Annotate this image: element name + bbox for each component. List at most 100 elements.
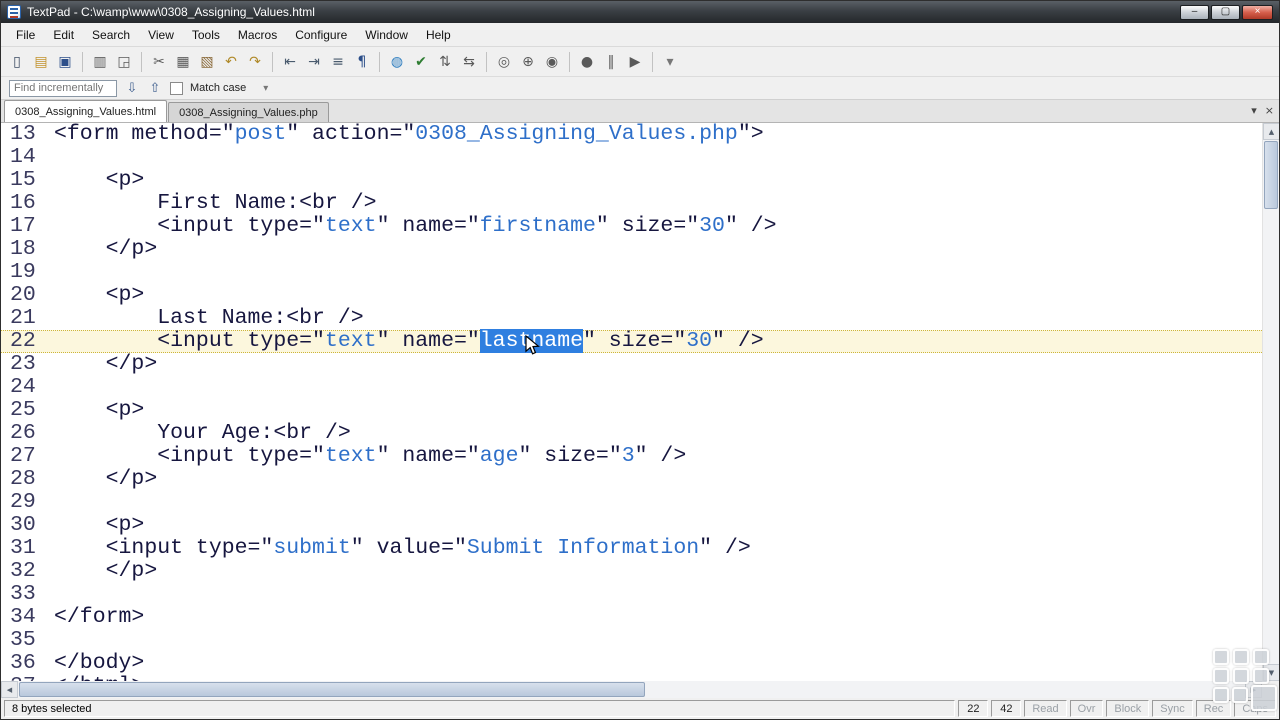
new-file-button[interactable]: ▯ xyxy=(5,50,29,74)
view-in-browser-button[interactable]: ◎ xyxy=(492,50,516,74)
indent-button[interactable]: ⇥ xyxy=(302,50,326,74)
vertical-scrollbar[interactable]: ▲ ▼ xyxy=(1262,123,1279,681)
code-line[interactable]: 21 Last Name:<br /> xyxy=(1,307,1262,330)
document-tab[interactable]: 0308_Assigning_Values.html xyxy=(4,100,168,122)
line-number: 15 xyxy=(10,168,36,192)
code-line[interactable]: 23 </p> xyxy=(1,353,1262,376)
redo-button[interactable]: ↷ xyxy=(243,50,267,74)
open-file-button[interactable]: ▤ xyxy=(29,50,53,74)
document-tab[interactable]: 0308_Assigning_Values.php xyxy=(168,102,329,122)
code-line[interactable]: 22 <input type="text" name="lastname" si… xyxy=(1,329,1262,353)
find-bar: ⇩ ⇧ Match case ▾ xyxy=(1,77,1279,100)
find-in-files-button[interactable]: ◉ xyxy=(540,50,564,74)
code-text: Last Name:<br /> xyxy=(54,306,364,330)
tab-bar: 0308_Assigning_Values.html 0308_Assigning… xyxy=(1,100,1279,123)
code-line[interactable]: 31 <input type="submit" value="Submit In… xyxy=(1,537,1262,560)
open-file-icon: ▤ xyxy=(34,53,48,70)
minimize-button[interactable]: – xyxy=(1180,4,1209,20)
tab-list-chevron-icon[interactable]: ▾ xyxy=(1251,104,1257,117)
line-number: 21 xyxy=(10,306,36,330)
code-line[interactable]: 26 Your Age:<br /> xyxy=(1,422,1262,445)
code-line[interactable]: 27 <input type="text" name="age" size="3… xyxy=(1,445,1262,468)
menu-help[interactable]: Help xyxy=(417,24,460,46)
menu-tools[interactable]: Tools xyxy=(183,24,229,46)
code-line[interactable]: 17 <input type="text" name="firstname" s… xyxy=(1,215,1262,238)
find-button[interactable]: ⊕ xyxy=(516,50,540,74)
undo-icon: ↶ xyxy=(225,53,237,70)
menu-search[interactable]: Search xyxy=(83,24,139,46)
spell-check-button[interactable]: ✔ xyxy=(409,50,433,74)
menu-window[interactable]: Window xyxy=(356,24,417,46)
copy-icon: ▦ xyxy=(176,53,190,70)
code-line[interactable]: 20 <p> xyxy=(1,284,1262,307)
horizontal-scrollbar[interactable]: ◀ ▶ xyxy=(1,681,1262,698)
print-preview-button[interactable]: ◲ xyxy=(112,50,136,74)
scroll-left-icon[interactable]: ◀ xyxy=(1,681,18,698)
code-text: <p> xyxy=(54,513,145,537)
toolbar-separator xyxy=(82,51,83,72)
code-line[interactable]: 14 xyxy=(1,146,1262,169)
find-next-down-icon[interactable]: ⇩ xyxy=(124,81,140,96)
menu-view[interactable]: View xyxy=(139,24,183,46)
vertical-scrollbar-thumb[interactable] xyxy=(1264,141,1278,209)
paragraph-marks-button[interactable]: ¶ xyxy=(350,50,374,74)
menu-configure[interactable]: Configure xyxy=(286,24,356,46)
code-line[interactable]: 24 xyxy=(1,376,1262,399)
code-line[interactable]: 25 <p> xyxy=(1,399,1262,422)
code-line[interactable]: 15 <p> xyxy=(1,169,1262,192)
status-line-number: 22 xyxy=(958,700,989,717)
reformat-button[interactable]: ≡ xyxy=(326,50,350,74)
compare-files-button[interactable]: ⇆ xyxy=(457,50,481,74)
indent-icon: ⇥ xyxy=(308,53,320,70)
line-number: 25 xyxy=(10,398,36,422)
menu-file[interactable]: File xyxy=(7,24,44,46)
line-number: 34 xyxy=(10,605,36,629)
sort-button[interactable]: ⇅ xyxy=(433,50,457,74)
code-text: <p> xyxy=(54,168,145,192)
editor-pane[interactable]: 13 <form method="post" action="0308_Assig… xyxy=(1,123,1279,681)
menu-macros[interactable]: Macros xyxy=(229,24,286,46)
copy-button[interactable]: ▦ xyxy=(171,50,195,74)
code-line[interactable]: 19 xyxy=(1,261,1262,284)
scroll-up-icon[interactable]: ▲ xyxy=(1263,123,1279,140)
overlay-square xyxy=(1233,649,1249,665)
code-line[interactable]: 30 <p> xyxy=(1,514,1262,537)
code-line[interactable]: 35 xyxy=(1,629,1262,652)
window-controls: – ▢ × xyxy=(1180,4,1273,20)
code-text: <p> xyxy=(54,398,145,422)
code-line[interactable]: 13 <form method="post" action="0308_Assig… xyxy=(1,123,1262,146)
findbar-overflow-chevron-icon[interactable]: ▾ xyxy=(263,83,268,94)
toolbar-overflow-button[interactable]: ▾ xyxy=(658,50,682,74)
code-text: <input type="text" name="age" size="3" /… xyxy=(54,444,687,468)
close-document-icon[interactable]: × xyxy=(1265,104,1274,117)
paste-button[interactable]: ▧ xyxy=(195,50,219,74)
match-case-checkbox[interactable] xyxy=(170,81,183,95)
play-macro-button[interactable]: ▶ xyxy=(623,50,647,74)
print-button[interactable]: ▥ xyxy=(88,50,112,74)
find-previous-up-icon[interactable]: ⇧ xyxy=(147,81,163,96)
spell-check-icon: ✔ xyxy=(415,53,427,70)
horizontal-scrollbar-thumb[interactable] xyxy=(19,682,645,697)
code-line[interactable]: 28 </p> xyxy=(1,468,1262,491)
html-preview-button[interactable]: ◍ xyxy=(385,50,409,74)
unindent-button[interactable]: ⇤ xyxy=(278,50,302,74)
undo-button[interactable]: ↶ xyxy=(219,50,243,74)
cut-button[interactable]: ✂ xyxy=(147,50,171,74)
close-button[interactable]: × xyxy=(1242,4,1273,20)
maximize-button[interactable]: ▢ xyxy=(1211,4,1240,20)
save-file-button[interactable]: ▣ xyxy=(53,50,77,74)
code-line[interactable]: 33 xyxy=(1,583,1262,606)
code-line[interactable]: 16 First Name:<br /> xyxy=(1,192,1262,215)
code-line[interactable]: 18 </p> xyxy=(1,238,1262,261)
code-line[interactable]: 29 xyxy=(1,491,1262,514)
code-line[interactable]: 34 </form> xyxy=(1,606,1262,629)
menu-edit[interactable]: Edit xyxy=(44,24,83,46)
code-line[interactable]: 36 </body> xyxy=(1,652,1262,675)
code-area[interactable]: 13 <form method="post" action="0308_Assig… xyxy=(1,123,1262,681)
code-line[interactable]: 32 </p> xyxy=(1,560,1262,583)
pause-macro-button[interactable]: ‖ xyxy=(599,50,623,74)
find-incrementally-input[interactable] xyxy=(9,79,117,97)
record-macro-button[interactable]: ● xyxy=(575,50,599,74)
